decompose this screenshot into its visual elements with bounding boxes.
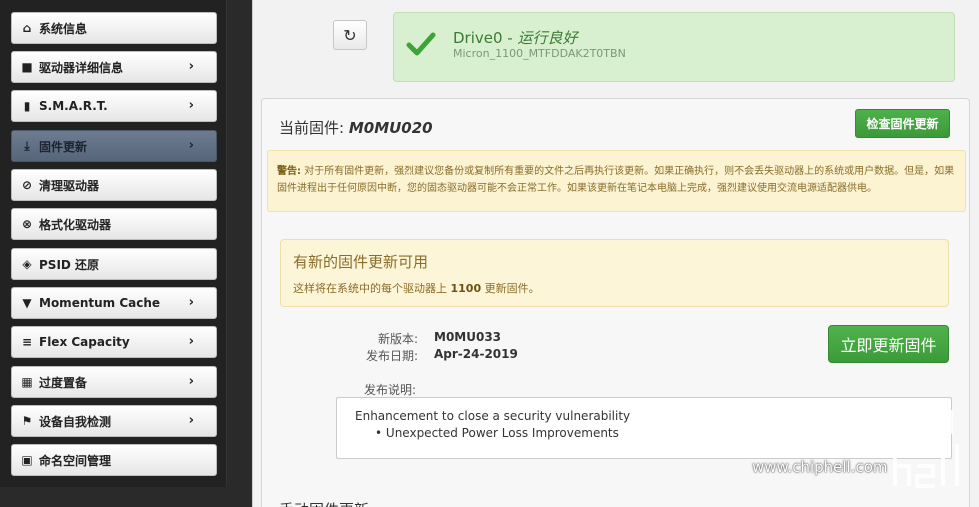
chevron-right-icon: ›	[188, 413, 194, 428]
release-notes-bullet: • Unexpected Power Loss Improvements	[375, 426, 619, 440]
sidebar-item-format[interactable]: ⊗ 格式化驱动器	[11, 208, 217, 240]
bar-chart-icon: ▮	[23, 99, 31, 113]
sidebar-item-namespace[interactable]: ▣ 命名空间管理	[11, 444, 217, 476]
sidebar-item-label: 固件更新	[39, 139, 88, 154]
firmware-panel: 当前固件: M0MU020 检查固件更新 警告: 对于所有固件更新，强烈建议您备…	[261, 98, 970, 507]
grid-icon: ▦	[21, 375, 33, 389]
sidebar-item-system-info[interactable]: ⌂ 系统信息	[11, 12, 217, 44]
release-date-label: 发布日期:	[365, 349, 418, 363]
eraser-icon: ◈	[22, 257, 32, 271]
sidebar: ⌂ 系统信息 ■ 驱动器详细信息 › ▮ S.M.A.R.T. › ⤓ 固件更新…	[0, 0, 227, 487]
check-firmware-button[interactable]: 检查固件更新	[855, 109, 950, 138]
new-version-label: 新版本:	[377, 332, 418, 346]
refresh-button[interactable]: ↻	[333, 20, 367, 50]
drive-name: Drive0 - 运行良好	[453, 29, 578, 47]
sidebar-item-self-test[interactable]: ⚑ 设备自我检测 ›	[11, 405, 217, 437]
sidebar-item-firmware-update[interactable]: ⤓ 固件更新 ›	[11, 130, 217, 162]
drive-model: Micron_1100_MTFDDAK2T0TBN	[453, 47, 626, 60]
sidebar-item-label: PSID 还原	[39, 257, 100, 272]
chevron-right-icon: ›	[188, 374, 194, 389]
release-notes-box[interactable]: Enhancement to close a security vulnerab…	[336, 397, 952, 459]
drive-health: 运行良好	[517, 29, 578, 47]
chevron-right-icon: ›	[188, 138, 194, 153]
list-icon: ≡	[21, 335, 33, 349]
sidebar-item-label: 设备自我检测	[39, 414, 112, 429]
sidebar-item-momentum-cache[interactable]: ▼ Momentum Cache ›	[11, 287, 217, 319]
download-icon: ⤓	[24, 138, 30, 153]
watermark-url: www.chiphell.com	[752, 458, 888, 476]
warning-text: 对于所有固件更新，强烈建议您备份或复制所有重要的文件之后再执行该更新。如果正确执…	[277, 166, 955, 194]
sidebar-item-label: 清理驱动器	[39, 178, 100, 193]
times-circle-icon: ⊗	[21, 217, 33, 231]
chevron-right-icon: ›	[188, 98, 194, 113]
sidebar-item-label: 格式化驱动器	[39, 217, 112, 232]
new-version-value: M0MU033	[434, 330, 502, 344]
flag-icon: ⚑	[21, 414, 33, 428]
update-now-button[interactable]: 立即更新固件	[828, 325, 949, 363]
sidebar-item-label: Momentum Cache	[39, 296, 161, 310]
sidebar-item-label: Flex Capacity	[39, 335, 130, 349]
release-date-value: Apr-24-2019	[434, 347, 518, 361]
refresh-icon: ↻	[343, 25, 357, 45]
sidebar-item-over-provisioning[interactable]: ▦ 过度置备 ›	[11, 366, 217, 398]
current-firmware-version: M0MU020	[348, 119, 433, 137]
update-available-alert: 有新的固件更新可用 这样将在系统中的每个驱动器上 1100 更新固件。	[280, 239, 949, 307]
sidebar-item-label: 过度置备	[39, 375, 88, 390]
sidebar-item-psid-revert[interactable]: ◈ PSID 还原	[11, 248, 217, 280]
chevron-right-icon: ›	[188, 59, 194, 74]
chevron-right-icon: ›	[188, 334, 194, 349]
home-icon: ⌂	[22, 21, 32, 35]
update-available-title: 有新的固件更新可用	[293, 253, 429, 271]
sidebar-item-label: 驱动器详细信息	[39, 60, 124, 75]
sidebar-item-drive-details[interactable]: ■ 驱动器详细信息 ›	[11, 51, 217, 83]
filter-icon: ▼	[22, 296, 32, 310]
sidebar-item-smart[interactable]: ▮ S.M.A.R.T. ›	[11, 90, 217, 122]
briefcase-icon: ▣	[21, 453, 33, 467]
sidebar-item-label: 系统信息	[39, 21, 88, 36]
drive-icon: ■	[21, 60, 33, 74]
manual-update-title: 手动固件更新	[279, 499, 369, 507]
chiphell-logo-icon	[881, 398, 959, 488]
check-icon	[406, 32, 436, 56]
warning-label: 警告:	[277, 166, 301, 177]
sidebar-item-label: 命名空间管理	[39, 453, 112, 468]
chevron-right-icon: ›	[188, 295, 194, 310]
update-available-desc: 这样将在系统中的每个驱动器上 1100 更新固件。	[293, 282, 540, 295]
main-content: ↻ Drive0 - 运行良好 Micron_1100_MTFDDAK2T0TB…	[252, 0, 979, 507]
sidebar-item-flex-capacity[interactable]: ≡ Flex Capacity ›	[11, 326, 217, 358]
drive-status-box: Drive0 - 运行良好 Micron_1100_MTFDDAK2T0TBN	[393, 12, 955, 82]
ban-icon: ⊘	[21, 178, 33, 192]
release-notes-label: 发布说明:	[364, 383, 417, 397]
sidebar-item-label: S.M.A.R.T.	[39, 99, 108, 113]
warning-alert: 警告: 对于所有固件更新，强烈建议您备份或复制所有重要的文件之后再执行该更新。如…	[267, 150, 966, 212]
current-firmware-title: 当前固件: M0MU020	[279, 119, 433, 137]
sidebar-item-sanitize[interactable]: ⊘ 清理驱动器	[11, 169, 217, 201]
release-notes-line: Enhancement to close a security vulnerab…	[355, 409, 631, 423]
